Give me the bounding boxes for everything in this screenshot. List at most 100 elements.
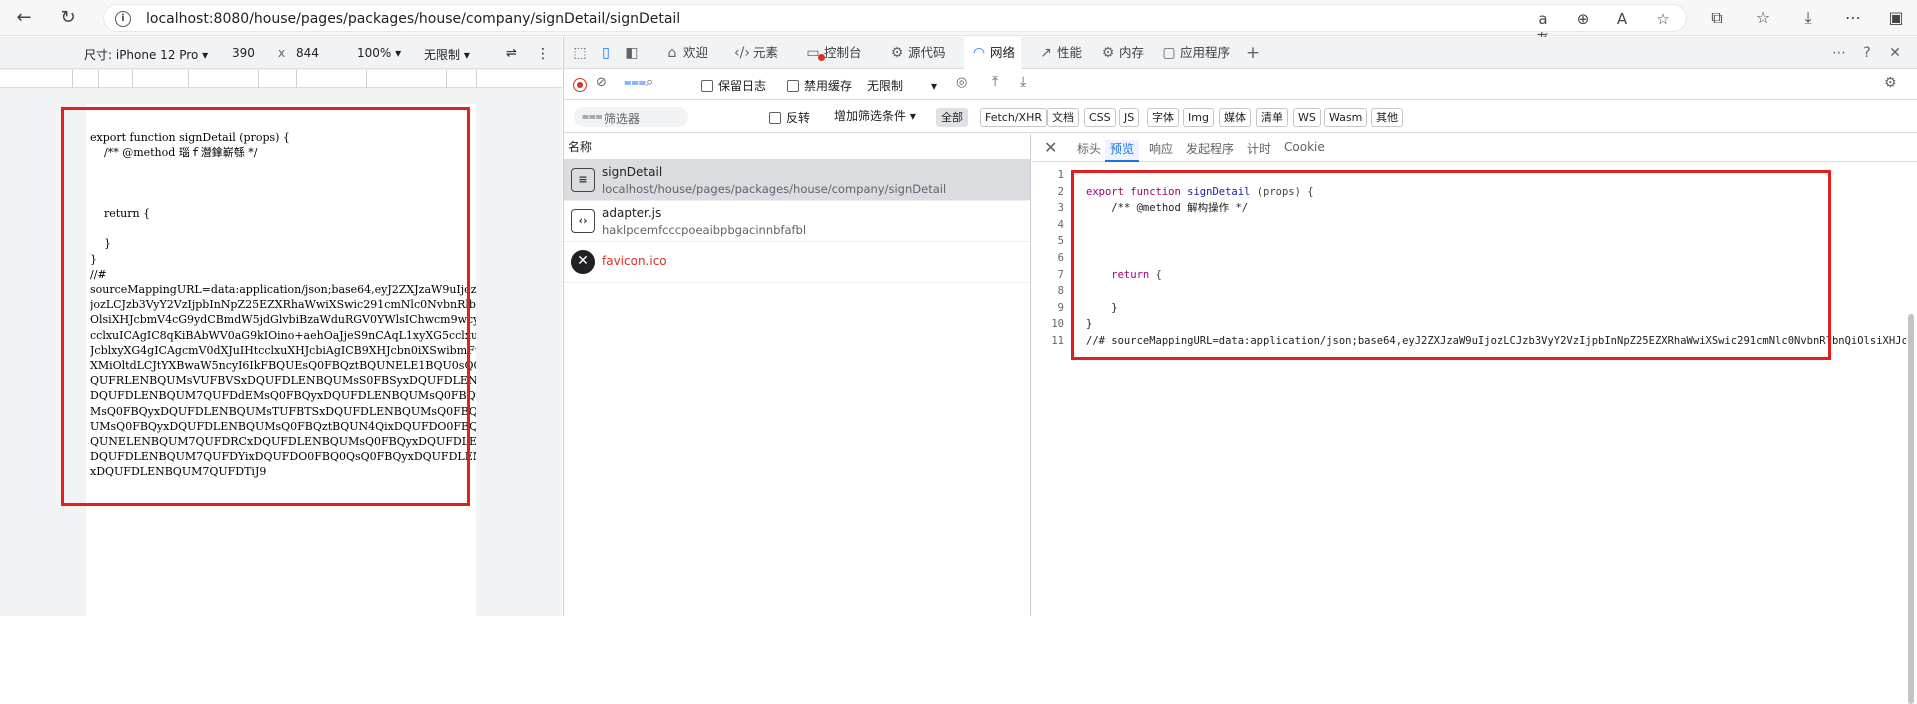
type-filter-img[interactable]: Img — [1183, 108, 1214, 127]
line-number: 10 — [1051, 318, 1064, 331]
request-row-adapter[interactable]: ‹› adapter.js haklpcemfcccpoeaibpbgacinn… — [564, 201, 1030, 242]
tab-response[interactable]: 响应 — [1144, 140, 1178, 162]
home-icon: ⌂ — [667, 45, 677, 61]
type-filter-manifest[interactable]: 清单 — [1256, 108, 1288, 127]
inspect-icon[interactable]: ⬚ — [571, 44, 589, 62]
read-aloud-icon[interactable]: aあ — [1533, 9, 1553, 48]
height-field[interactable]: 844 — [296, 46, 319, 60]
tab-performance[interactable]: ↗ 性能 — [1031, 37, 1088, 69]
type-filter-css[interactable]: CSS — [1084, 108, 1116, 127]
code-tag-icon: ‹/› — [734, 45, 750, 61]
download-icon[interactable]: ⤓ — [1797, 7, 1819, 29]
name-column-header[interactable]: 名称 — [564, 134, 1030, 160]
type-filter-js[interactable]: JS — [1119, 108, 1140, 127]
device-more-icon[interactable]: ⋮ — [536, 46, 550, 62]
type-filter-media[interactable]: 媒体 — [1219, 108, 1251, 127]
more-icon[interactable]: ⋯ — [1842, 7, 1864, 29]
close-devtools-icon[interactable]: ✕ — [1886, 44, 1904, 62]
filter-icon: ⩶ — [582, 109, 603, 123]
tab-preview[interactable]: 预览 — [1105, 140, 1140, 162]
script-icon: ‹› — [571, 209, 595, 233]
request-path: localhost/house/pages/packages/house/com… — [602, 182, 947, 196]
line-number: 8 — [1057, 285, 1064, 298]
extensions-icon[interactable]: ⧉ — [1706, 7, 1728, 29]
tab-elements[interactable]: ‹/› 元素 — [727, 37, 784, 69]
import-har-icon[interactable]: ⤒ — [992, 74, 998, 90]
throttle-select[interactable]: 无限制 ▾ — [424, 46, 470, 63]
line-number: 9 — [1057, 301, 1064, 314]
width-field[interactable]: 390 — [232, 46, 255, 60]
tab-initiator[interactable]: 发起程序 — [1181, 140, 1239, 162]
help-icon[interactable]: ? — [1858, 44, 1876, 62]
immersive-reader-icon[interactable]: A — [1612, 9, 1632, 29]
line-number: 1 — [1057, 169, 1064, 181]
refresh-icon[interactable]: ↻ — [56, 6, 80, 30]
type-filter-font[interactable]: 字体 — [1147, 108, 1179, 127]
tab-memory[interactable]: ⚙ 内存 — [1093, 37, 1150, 69]
more-filters-dropdown[interactable]: 增加筛选条件 ▾ — [834, 107, 916, 124]
invert-checkbox[interactable]: 反转 — [769, 109, 810, 126]
search-icon[interactable]: ⌕ — [646, 75, 653, 90]
detail-tab-bar: ✕ 标头 预览 响应 发起程序 计时 Cookie — [1032, 134, 1917, 162]
record-icon[interactable] — [573, 78, 587, 92]
type-filter-wasm[interactable]: Wasm — [1324, 108, 1368, 127]
site-info-icon[interactable]: i — [115, 11, 131, 27]
vertical-scrollbar[interactable] — [1908, 274, 1914, 704]
rotate-icon[interactable]: ⇌ — [506, 46, 517, 61]
browser-toolbar: ← ↻ i localhost:8080/house/pages/package… — [0, 0, 1917, 48]
request-row-signdetail[interactable]: ≡ signDetail localhost/house/pages/packa… — [564, 160, 1030, 201]
network-settings-icon[interactable]: ⚙ — [1884, 75, 1897, 91]
console-icon: ▭ — [806, 45, 820, 61]
zoom-select[interactable]: 100% ▾ — [357, 46, 401, 60]
tab-sources[interactable]: ⚙ 源代码 — [882, 37, 952, 69]
preserve-log-checkbox[interactable]: 保留日志 — [701, 77, 766, 94]
dock-icon[interactable]: ◧ — [623, 44, 641, 62]
memory-icon: ⚙ — [1101, 45, 1115, 61]
tab-headers[interactable]: 标头 — [1072, 140, 1106, 162]
device-toggle-icon[interactable]: ▯ — [597, 44, 615, 62]
back-icon[interactable]: ← — [12, 6, 36, 30]
throttling-select[interactable]: 无限制 ▾ — [867, 77, 937, 94]
error-dot — [818, 54, 825, 61]
network-conditions-icon[interactable]: ◎ — [956, 75, 967, 90]
export-har-icon[interactable]: ⤓ — [1020, 74, 1026, 90]
tab-timing[interactable]: 计时 — [1242, 140, 1276, 162]
tab-network[interactable]: ◠ 网络 — [964, 37, 1022, 69]
highlight-box — [1071, 170, 1831, 360]
performance-icon: ↗ — [1040, 45, 1052, 61]
request-name: signDetail — [602, 165, 663, 179]
document-icon: ≡ — [571, 168, 595, 192]
type-filter-other[interactable]: 其他 — [1371, 108, 1403, 127]
line-number: 7 — [1057, 268, 1064, 281]
favorites-icon[interactable]: ☆ — [1752, 7, 1774, 29]
tab-console[interactable]: ▭ 控制台 — [798, 37, 868, 69]
tab-cookies[interactable]: Cookie — [1279, 140, 1330, 162]
highlight-box — [61, 107, 470, 506]
favorite-star-icon[interactable]: ☆ — [1653, 9, 1673, 29]
request-row-favicon[interactable]: ✕ favicon.ico — [564, 242, 1030, 283]
devtools-more-icon[interactable]: ⋯ — [1830, 44, 1848, 62]
sidebar-icon[interactable]: ▣ — [1885, 7, 1907, 29]
line-number: 6 — [1057, 251, 1064, 264]
zoom-icon[interactable]: ⊕ — [1573, 9, 1593, 29]
tab-application[interactable]: ▢ 应用程序 — [1154, 37, 1236, 69]
wifi-icon: ◠ — [972, 45, 986, 61]
disable-cache-checkbox[interactable]: 禁用缓存 — [787, 77, 852, 94]
address-bar[interactable]: i localhost:8080/house/pages/packages/ho… — [103, 4, 1687, 48]
add-tab-icon[interactable]: + — [1244, 44, 1262, 62]
line-number: 3 — [1057, 202, 1064, 215]
close-detail-icon[interactable]: ✕ — [1044, 138, 1057, 157]
device-select[interactable]: 尺寸: iPhone 12 Pro ▾ — [84, 46, 208, 63]
type-filter-ws[interactable]: WS — [1293, 108, 1321, 127]
type-filter-fetch-xhr[interactable]: Fetch/XHR — [980, 108, 1047, 127]
line-number: 5 — [1057, 235, 1064, 248]
request-name: adapter.js — [602, 206, 662, 220]
type-filter-all[interactable]: 全部 — [936, 108, 968, 127]
type-filter-doc[interactable]: 文档 — [1047, 108, 1079, 127]
filter-input[interactable]: ⩶ 筛选器 — [574, 107, 688, 127]
tab-welcome[interactable]: ⌂ 欢迎 — [657, 37, 714, 69]
filter-toggle-icon[interactable]: ⩶ — [624, 75, 646, 90]
line-number-gutter: 1 2 3 4 5 6 7 8 9 10 11 — [1032, 167, 1068, 350]
clear-icon[interactable]: ⊘ — [596, 75, 607, 90]
url-text[interactable]: localhost:8080/house/pages/packages/hous… — [146, 11, 680, 27]
